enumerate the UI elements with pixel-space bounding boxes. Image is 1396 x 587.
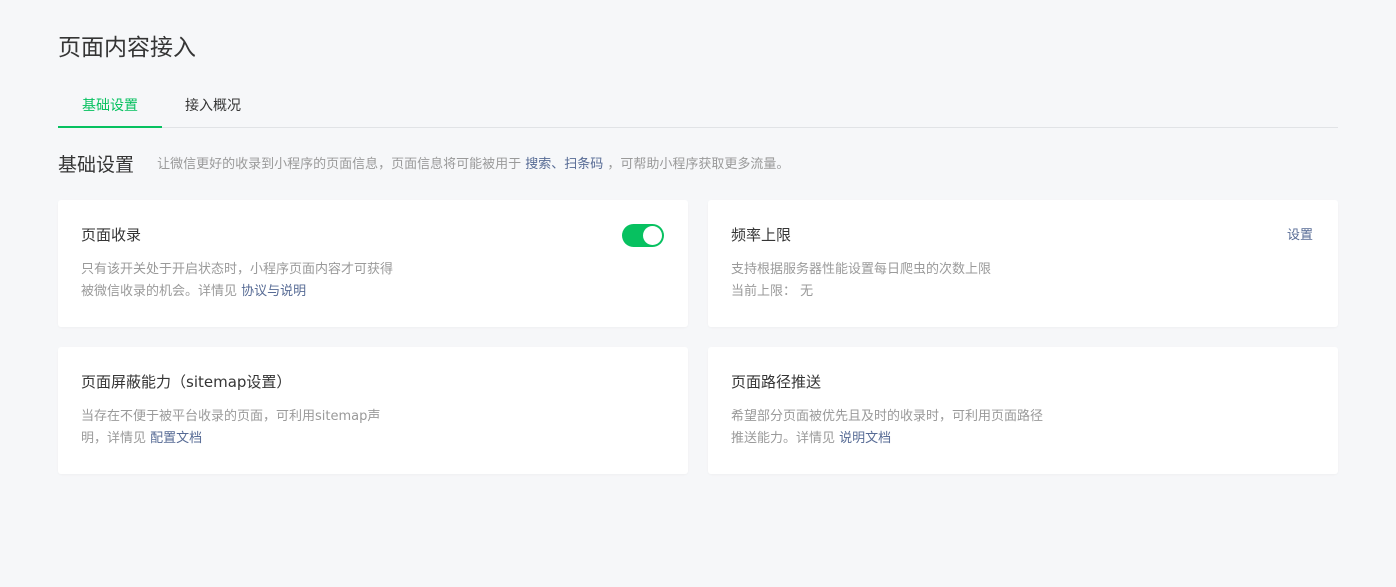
current-limit: 当前上限： 无 — [731, 281, 1091, 303]
card-desc-line-2: 被微信收录的机会。详情见 协议与说明 — [81, 281, 441, 303]
card-desc-text: 被微信收录的机会。详情见 — [81, 284, 238, 299]
section-desc-text-end: ，可帮助小程序获取更多流量。 — [607, 157, 790, 172]
card-title: 页面路径推送 — [731, 373, 822, 391]
section-header: 基础设置 让微信更好的收录到小程序的页面信息，页面信息将可能被用于 搜索、扫条码… — [58, 150, 789, 180]
tab-basic-settings[interactable]: 基础设置 — [58, 86, 162, 128]
section-desc-text: 让微信更好的收录到小程序的页面信息，页面信息将可能被用于 — [157, 157, 522, 172]
tab-access-overview[interactable]: 接入概况 — [162, 86, 264, 128]
agreement-link[interactable]: 协议与说明 — [241, 284, 306, 299]
indexing-toggle[interactable] — [622, 224, 664, 247]
card-desc-line: 支持根据服务器性能设置每日爬虫的次数上限 — [731, 262, 992, 277]
card-desc-line-2: 明，详情见 配置文档 — [81, 428, 441, 450]
card-description: 希望部分页面被优先且及时的收录时，可利用页面路径 推送能力。详情见 说明文档 — [731, 406, 1091, 450]
current-limit-value: 无 — [800, 284, 814, 299]
toggle-knob — [643, 226, 662, 245]
card-description: 只有该开关处于开启状态时，小程序页面内容才可获得 被微信收录的机会。详情见 协议… — [81, 259, 441, 303]
card-title: 频率上限 — [731, 226, 792, 244]
card-desc-line: 只有该开关处于开启状态时，小程序页面内容才可获得 — [81, 262, 394, 277]
search-scan-link[interactable]: 搜索、扫条码 — [525, 157, 603, 172]
card-path-push: 页面路径推送 希望部分页面被优先且及时的收录时，可利用页面路径 推送能力。详情见… — [708, 347, 1338, 474]
card-desc-text: 明，详情见 — [81, 431, 147, 446]
card-page-indexing: 页面收录 只有该开关处于开启状态时，小程序页面内容才可获得 被微信收录的机会。详… — [58, 200, 688, 327]
config-doc-link[interactable]: 配置文档 — [150, 431, 202, 446]
set-frequency-link[interactable]: 设置 — [1287, 225, 1313, 247]
card-description: 当存在不便于被平台收录的页面，可利用sitemap声 明，详情见 配置文档 — [81, 406, 441, 450]
card-description: 支持根据服务器性能设置每日爬虫的次数上限 当前上限： 无 — [731, 259, 1091, 303]
card-frequency-limit: 频率上限 设置 支持根据服务器性能设置每日爬虫的次数上限 当前上限： 无 — [708, 200, 1338, 327]
section-description: 让微信更好的收录到小程序的页面信息，页面信息将可能被用于 搜索、扫条码 ，可帮助… — [157, 150, 789, 180]
explain-doc-link[interactable]: 说明文档 — [839, 431, 891, 446]
tab-bar: 基础设置 接入概况 — [58, 86, 1338, 128]
card-sitemap: 页面屏蔽能力（sitemap设置） 当存在不便于被平台收录的页面，可利用site… — [58, 347, 688, 474]
card-title: 页面收录 — [81, 226, 142, 244]
card-desc-line-2: 推送能力。详情见 说明文档 — [731, 428, 1091, 450]
current-limit-label: 当前上限： — [731, 284, 797, 299]
card-desc-line: 希望部分页面被优先且及时的收录时，可利用页面路径 — [731, 409, 1044, 424]
page-title: 页面内容接入 — [58, 35, 196, 61]
card-title: 页面屏蔽能力（sitemap设置） — [81, 373, 292, 391]
page: 页面内容接入 基础设置 接入概况 基础设置 让微信更好的收录到小程序的页面信息，… — [0, 0, 1396, 587]
section-title: 基础设置 — [58, 154, 135, 176]
card-desc-text: 推送能力。详情见 — [731, 431, 836, 446]
card-desc-line: 当存在不便于被平台收录的页面，可利用sitemap声 — [81, 409, 381, 424]
